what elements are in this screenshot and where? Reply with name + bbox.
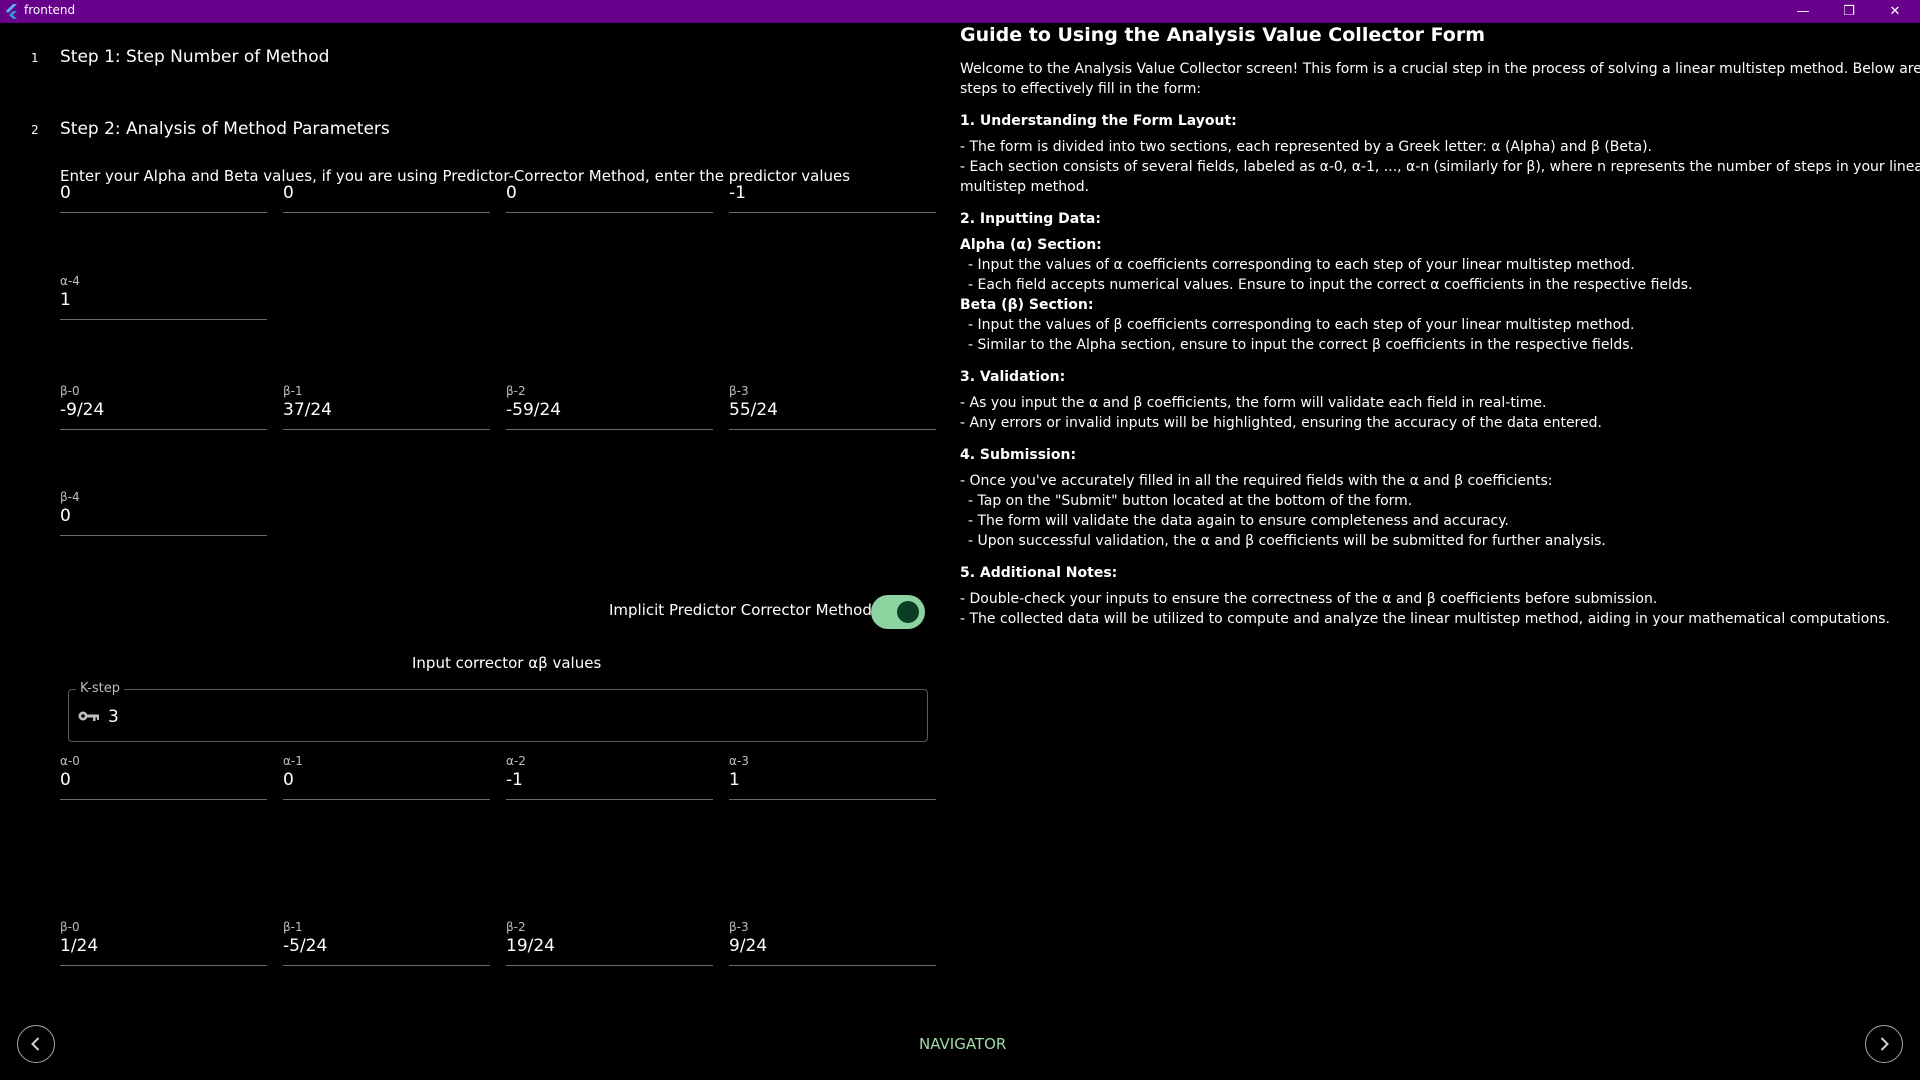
field-label: α-1 (283, 754, 303, 768)
guide-text: - The collected data will be utilized to… (960, 611, 1890, 627)
navigator-label: NAVIGATOR (919, 1035, 1007, 1053)
corrector-alpha-3-field[interactable]: α-3 1 (729, 752, 936, 800)
field-label: β-0 (60, 384, 80, 398)
guide-text: - Each field accepts numerical values. E… (968, 277, 1693, 293)
predictor-alpha-2-field[interactable]: 0 (506, 165, 713, 213)
guide-text: - As you input the α and β coefficients,… (960, 395, 1547, 411)
guide-text: - Input the values of α coefficients cor… (968, 257, 1635, 273)
field-value: -1 (506, 770, 523, 790)
field-value: 0 (60, 770, 71, 790)
field-label: β-2 (506, 384, 526, 398)
predictor-alpha-0-field[interactable]: 0 (60, 165, 267, 213)
corrector-beta-0-field[interactable]: β-0 1/24 (60, 918, 267, 966)
corrector-beta-2-field[interactable]: β-2 19/24 (506, 918, 713, 966)
field-value: 37/24 (283, 400, 332, 420)
predictor-beta-2-field[interactable]: β-2 -59/24 (506, 382, 713, 430)
guide-title: Guide to Using the Analysis Value Collec… (960, 24, 1486, 46)
field-label: α-4 (60, 274, 80, 288)
kstep-label: K-step (76, 681, 124, 696)
guide-section-heading: 2. Inputting Data: (960, 211, 1101, 227)
guide-intro: Welcome to the Analysis Value Collector … (960, 61, 1920, 77)
predictor-alpha-3-field[interactable]: -1 (729, 165, 936, 213)
field-value: -59/24 (506, 400, 562, 420)
guide-text: - The form is divided into two sections,… (960, 139, 1652, 155)
guide-text: - Similar to the Alpha section, ensure t… (968, 337, 1634, 353)
field-value: -1 (729, 183, 746, 203)
predictor-beta-0-field[interactable]: β-0 -9/24 (60, 382, 267, 430)
predictor-alpha-1-field[interactable]: 0 (283, 165, 490, 213)
field-value: 0 (60, 183, 71, 203)
guide-text: - The form will validate the data again … (968, 513, 1509, 529)
predictor-beta-1-field[interactable]: β-1 37/24 (283, 382, 490, 430)
field-label: α-2 (506, 754, 526, 768)
corrector-beta-3-field[interactable]: β-3 9/24 (729, 918, 936, 966)
field-value: -9/24 (60, 400, 105, 420)
step-title: Step 1: Step Number of Method (60, 47, 330, 67)
field-value: 19/24 (506, 936, 555, 956)
step-number: 1 (31, 51, 39, 65)
step-number: 2 (31, 123, 39, 137)
field-value: 0 (506, 183, 517, 203)
field-value: 0 (283, 183, 294, 203)
predictor-beta-4-field[interactable]: β-4 0 (60, 488, 267, 536)
guide-text: - Upon successful validation, the α and … (968, 533, 1606, 549)
field-label: β-3 (729, 920, 749, 934)
next-button[interactable] (1865, 1025, 1903, 1063)
guide-section-heading: 3. Validation: (960, 369, 1066, 385)
corrector-alpha-0-field[interactable]: α-0 0 (60, 752, 267, 800)
kstep-field[interactable] (68, 689, 928, 742)
guide-text: - Each section consists of several field… (960, 159, 1920, 175)
guide-text: - Any errors or invalid inputs will be h… (960, 415, 1602, 431)
corrector-alpha-1-field[interactable]: α-1 0 (283, 752, 490, 800)
guide-section-heading: 1. Understanding the Form Layout: (960, 113, 1237, 129)
window-title: frontend (24, 3, 76, 17)
minimize-button[interactable]: — (1780, 0, 1826, 23)
title-bar: frontend — ❐ ✕ (0, 0, 1920, 23)
guide-text: multistep method. (960, 179, 1090, 195)
close-button[interactable]: ✕ (1872, 0, 1918, 23)
field-value: 1/24 (60, 936, 99, 956)
chevron-right-icon (1880, 1037, 1889, 1051)
guide-text: - Once you've accurately filled in all t… (960, 473, 1553, 489)
field-label: α-0 (60, 754, 80, 768)
field-value: 9/24 (729, 936, 768, 956)
toggle-knob (897, 601, 919, 623)
previous-button[interactable] (17, 1025, 55, 1063)
predictor-beta-3-field[interactable]: β-3 55/24 (729, 382, 936, 430)
step-title: Step 2: Analysis of Method Parameters (60, 119, 390, 139)
field-value: 55/24 (729, 400, 778, 420)
field-value: 1 (60, 290, 71, 310)
guide-subheading: Beta (β) Section: (960, 297, 1094, 313)
flutter-logo-icon (6, 4, 17, 19)
field-label: α-3 (729, 754, 749, 768)
field-label: β-4 (60, 490, 80, 504)
maximize-button[interactable]: ❐ (1826, 0, 1872, 23)
guide-text: - Tap on the "Submit" button located at … (968, 493, 1413, 509)
field-label: β-0 (60, 920, 80, 934)
guide-intro: steps to effectively fill in the form: (960, 81, 1202, 97)
guide-text: - Double-check your inputs to ensure the… (960, 591, 1658, 607)
key-icon (78, 711, 99, 721)
field-value: 1 (729, 770, 740, 790)
corrector-alpha-2-field[interactable]: α-2 -1 (506, 752, 713, 800)
field-value: -5/24 (283, 936, 328, 956)
corrector-beta-1-field[interactable]: β-1 -5/24 (283, 918, 490, 966)
field-value: 0 (60, 506, 71, 526)
implicit-pc-toggle-label: Implicit Predictor Corrector Method: (609, 601, 877, 619)
field-label: β-2 (506, 920, 526, 934)
field-value: 0 (283, 770, 294, 790)
guide-subheading: Alpha (α) Section: (960, 237, 1102, 253)
chevron-left-icon (31, 1037, 40, 1051)
implicit-pc-toggle[interactable] (871, 595, 925, 629)
guide-section-heading: 5. Additional Notes: (960, 565, 1118, 581)
field-label: β-3 (729, 384, 749, 398)
field-label: β-1 (283, 384, 303, 398)
kstep-value: 3 (108, 707, 119, 727)
predictor-alpha-4-field[interactable]: α-4 1 (60, 272, 267, 320)
guide-text: - Input the values of β coefficients cor… (968, 317, 1635, 333)
guide-section-heading: 4. Submission: (960, 447, 1077, 463)
field-label: β-1 (283, 920, 303, 934)
corrector-section-title: Input corrector αβ values (412, 654, 602, 672)
